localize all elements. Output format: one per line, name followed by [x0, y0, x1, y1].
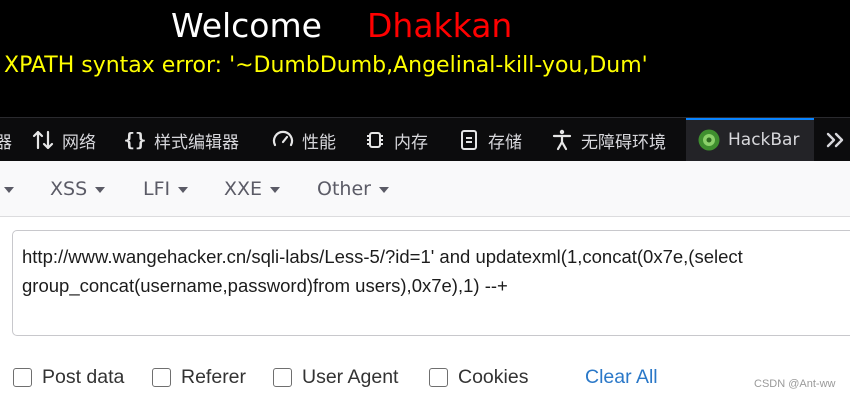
tab-inspector[interactable]: 器	[0, 118, 12, 162]
tab-accessibility[interactable]: 无障碍环境	[549, 118, 666, 162]
menu-xss[interactable]: XSS	[50, 161, 106, 217]
referer-checkbox[interactable]: Referer	[152, 364, 246, 390]
url-line: http://www.wangehacker.cn/sqli-labs/Less…	[22, 246, 743, 267]
checkbox-box[interactable]	[429, 367, 448, 387]
tab-label: 内存	[394, 132, 428, 153]
checkbox-box[interactable]	[13, 367, 32, 387]
tab-label: 器	[0, 132, 12, 153]
checkbox-label: Cookies	[458, 365, 529, 388]
accessibility-icon	[549, 127, 575, 153]
chevron-down-icon	[178, 187, 189, 193]
hackbar-icon	[696, 127, 722, 153]
hackbar-menubar: XSS LFI XXE Other	[0, 161, 850, 217]
checkbox-label: Referer	[181, 365, 247, 388]
chevron-down-icon	[270, 187, 281, 193]
menu-label: XXE	[224, 178, 263, 200]
devtools-tabbar: 器 网络 {} 样式编辑器 性能 内存 存储 无障碍环境 HackBar	[0, 117, 850, 162]
tab-label: 无障碍环境	[581, 132, 666, 153]
tab-memory[interactable]: 内存	[362, 118, 428, 162]
tab-storage[interactable]: 存储	[456, 118, 522, 162]
clear-all-link[interactable]: Clear All	[585, 364, 658, 390]
storage-icon	[456, 127, 482, 153]
checkbox-label: Post data	[42, 365, 125, 388]
tab-style-editor[interactable]: {} 样式编辑器	[122, 118, 239, 162]
gauge-icon	[270, 127, 296, 153]
menu-lfi[interactable]: LFI	[143, 161, 189, 217]
page-banner: Welcome Dhakkan XPATH syntax error: '~Du…	[0, 0, 850, 117]
watermark: CSDN @Ant-ww	[754, 378, 836, 390]
menu-xxe[interactable]: XXE	[224, 161, 281, 217]
tab-label: 存储	[488, 132, 522, 153]
tab-label: 性能	[302, 132, 336, 153]
memory-chip-icon	[362, 127, 388, 153]
tab-performance[interactable]: 性能	[270, 118, 336, 162]
tab-label: HackBar	[728, 130, 800, 150]
tab-hackbar[interactable]: HackBar	[686, 118, 814, 162]
braces-icon: {}	[123, 129, 147, 151]
menu-dropdown-clipped[interactable]	[0, 161, 14, 217]
username-text: Dhakkan	[367, 6, 513, 45]
menu-other[interactable]: Other	[317, 161, 389, 217]
menu-label: Other	[317, 178, 371, 200]
url-line: group_concat(username,password)from user…	[22, 275, 508, 296]
tab-label: 样式编辑器	[154, 132, 239, 153]
menu-label: LFI	[143, 178, 171, 200]
error-message: XPATH syntax error: '~DumbDumb,Angelinal…	[4, 53, 648, 78]
cookies-checkbox[interactable]: Cookies	[429, 364, 528, 390]
checkbox-label: User Agent	[302, 365, 399, 388]
user-agent-checkbox[interactable]: User Agent	[273, 364, 398, 390]
welcome-text: Welcome	[171, 6, 322, 45]
post-data-checkbox[interactable]: Post data	[13, 364, 124, 390]
checkbox-box[interactable]	[152, 367, 171, 387]
checkbox-box[interactable]	[273, 367, 292, 387]
chevron-down-icon	[95, 187, 106, 193]
url-textarea[interactable]: http://www.wangehacker.cn/sqli-labs/Less…	[12, 230, 850, 336]
menu-label: XSS	[50, 178, 88, 200]
tab-network[interactable]: 网络	[30, 118, 96, 162]
network-arrows-icon	[30, 127, 56, 153]
chevron-down-icon	[378, 187, 389, 193]
overflow-chevron-icon[interactable]	[820, 118, 850, 162]
tab-label: 网络	[62, 132, 96, 153]
chevron-down-icon	[4, 187, 14, 193]
